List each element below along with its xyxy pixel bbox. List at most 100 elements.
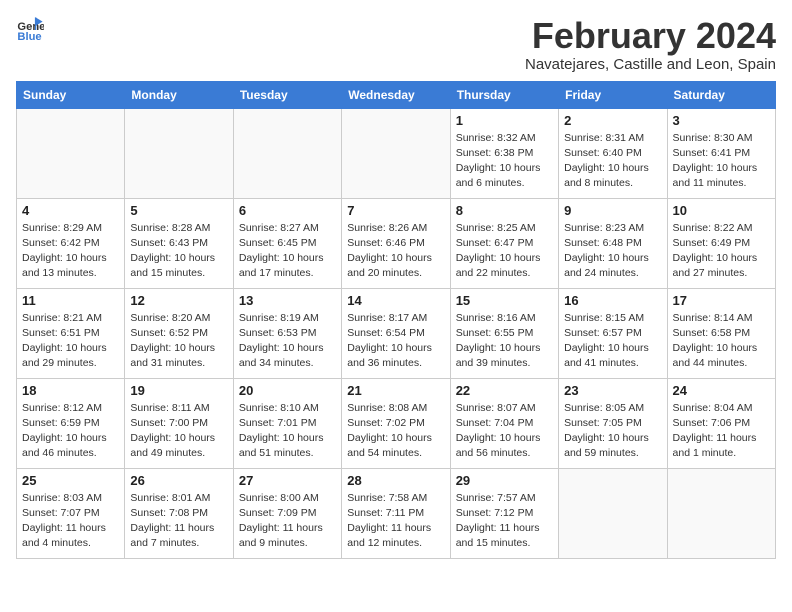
day-of-week-header: Tuesday (233, 81, 341, 108)
calendar-day-cell: 9Sunrise: 8:23 AM Sunset: 6:48 PM Daylig… (559, 198, 667, 288)
day-number: 6 (239, 203, 336, 218)
day-number: 18 (22, 383, 119, 398)
calendar-day-cell: 13 Sunrise: 8:19 AM Sunset: 6:53 PM Dayli… (233, 288, 341, 378)
day-info: Sunrise: 8:25 AM Sunset: 6:47 PM Dayligh… (456, 221, 553, 282)
day-info: Sunrise: 8:15 AM Sunset: 6:57 PM Dayligh… (564, 311, 661, 372)
calendar-day-cell: 20Sunrise: 8:10 AM Sunset: 7:01 PM Dayli… (233, 378, 341, 468)
page-subtitle: Navatejares, Castille and Leon, Spain (525, 56, 776, 73)
calendar-day-cell (667, 468, 775, 558)
day-number: 28 (347, 473, 444, 488)
calendar-week-row: 1 Sunrise: 8:32 AM Sunset: 6:38 PM Daylig… (17, 108, 776, 198)
day-number: 26 (130, 473, 227, 488)
day-info: Sunrise: 8:07 AM Sunset: 7:04 PM Dayligh… (456, 401, 553, 462)
calendar-day-cell: 18Sunrise: 8:12 AM Sunset: 6:59 PM Dayli… (17, 378, 125, 468)
calendar-day-cell: 25 Sunrise: 8:03 AM Sunset: 7:07 PM Dayli… (17, 468, 125, 558)
day-of-week-header: Sunday (17, 81, 125, 108)
day-info: Sunrise: 8:31 AM Sunset: 6:40 PM Dayligh… (564, 131, 661, 192)
day-info: Sunrise: 8:27 AM Sunset: 6:45 PM Dayligh… (239, 221, 336, 282)
calendar-day-cell: 6 Sunrise: 8:27 AM Sunset: 6:45 PM Daylig… (233, 198, 341, 288)
calendar-week-row: 4 Sunrise: 8:29 AM Sunset: 6:42 PM Daylig… (17, 198, 776, 288)
day-info: Sunrise: 8:23 AM Sunset: 6:48 PM Dayligh… (564, 221, 661, 282)
day-of-week-header: Wednesday (342, 81, 450, 108)
day-number: 8 (456, 203, 553, 218)
calendar-table: SundayMondayTuesdayWednesdayThursdayFrid… (16, 81, 776, 559)
day-info: Sunrise: 8:11 AM Sunset: 7:00 PM Dayligh… (130, 401, 227, 462)
day-info: Sunrise: 8:14 AM Sunset: 6:58 PM Dayligh… (673, 311, 770, 372)
day-number: 24 (673, 383, 770, 398)
calendar-day-cell: 11 Sunrise: 8:21 AM Sunset: 6:51 PM Dayli… (17, 288, 125, 378)
calendar-day-cell (559, 468, 667, 558)
day-number: 4 (22, 203, 119, 218)
calendar-day-cell: 23 Sunrise: 8:05 AM Sunset: 7:05 PM Dayli… (559, 378, 667, 468)
day-info: Sunrise: 8:32 AM Sunset: 6:38 PM Dayligh… (456, 131, 553, 192)
day-number: 12 (130, 293, 227, 308)
day-of-week-header: Saturday (667, 81, 775, 108)
calendar-day-cell: 29 Sunrise: 7:57 AM Sunset: 7:12 PM Dayli… (450, 468, 558, 558)
calendar-week-row: 25 Sunrise: 8:03 AM Sunset: 7:07 PM Dayli… (17, 468, 776, 558)
logo: General Blue (16, 16, 44, 44)
day-info: Sunrise: 8:21 AM Sunset: 6:51 PM Dayligh… (22, 311, 119, 372)
calendar-week-row: 18Sunrise: 8:12 AM Sunset: 6:59 PM Dayli… (17, 378, 776, 468)
day-number: 2 (564, 113, 661, 128)
calendar-header-row: SundayMondayTuesdayWednesdayThursdayFrid… (17, 81, 776, 108)
day-info: Sunrise: 8:16 AM Sunset: 6:55 PM Dayligh… (456, 311, 553, 372)
day-number: 17 (673, 293, 770, 308)
day-number: 3 (673, 113, 770, 128)
calendar-day-cell: 22 Sunrise: 8:07 AM Sunset: 7:04 PM Dayli… (450, 378, 558, 468)
calendar-day-cell: 10 Sunrise: 8:22 AM Sunset: 6:49 PM Dayli… (667, 198, 775, 288)
day-number: 7 (347, 203, 444, 218)
calendar-day-cell: 28 Sunrise: 7:58 AM Sunset: 7:11 PM Dayli… (342, 468, 450, 558)
calendar-day-cell: 1 Sunrise: 8:32 AM Sunset: 6:38 PM Daylig… (450, 108, 558, 198)
day-number: 20 (239, 383, 336, 398)
svg-text:Blue: Blue (17, 31, 41, 43)
day-info: Sunrise: 8:26 AM Sunset: 6:46 PM Dayligh… (347, 221, 444, 282)
calendar-day-cell: 16 Sunrise: 8:15 AM Sunset: 6:57 PM Dayli… (559, 288, 667, 378)
day-info: Sunrise: 8:03 AM Sunset: 7:07 PM Dayligh… (22, 491, 119, 552)
calendar-day-cell: 24Sunrise: 8:04 AM Sunset: 7:06 PM Dayli… (667, 378, 775, 468)
page-title: February 2024 (525, 16, 776, 56)
day-number: 22 (456, 383, 553, 398)
day-number: 23 (564, 383, 661, 398)
day-number: 25 (22, 473, 119, 488)
calendar-week-row: 11 Sunrise: 8:21 AM Sunset: 6:51 PM Dayli… (17, 288, 776, 378)
calendar-day-cell: 27Sunrise: 8:00 AM Sunset: 7:09 PM Dayli… (233, 468, 341, 558)
day-number: 13 (239, 293, 336, 308)
day-info: Sunrise: 8:20 AM Sunset: 6:52 PM Dayligh… (130, 311, 227, 372)
day-number: 29 (456, 473, 553, 488)
page-header: General Blue February 2024 Navatejares, … (16, 16, 776, 73)
day-number: 21 (347, 383, 444, 398)
calendar-day-cell: 21 Sunrise: 8:08 AM Sunset: 7:02 PM Dayli… (342, 378, 450, 468)
day-info: Sunrise: 8:19 AM Sunset: 6:53 PM Dayligh… (239, 311, 336, 372)
day-of-week-header: Monday (125, 81, 233, 108)
day-info: Sunrise: 7:58 AM Sunset: 7:11 PM Dayligh… (347, 491, 444, 552)
calendar-day-cell (233, 108, 341, 198)
day-number: 16 (564, 293, 661, 308)
day-number: 11 (22, 293, 119, 308)
calendar-day-cell: 17 Sunrise: 8:14 AM Sunset: 6:58 PM Dayli… (667, 288, 775, 378)
day-info: Sunrise: 8:22 AM Sunset: 6:49 PM Dayligh… (673, 221, 770, 282)
day-number: 10 (673, 203, 770, 218)
calendar-day-cell: 4 Sunrise: 8:29 AM Sunset: 6:42 PM Daylig… (17, 198, 125, 288)
calendar-day-cell (125, 108, 233, 198)
calendar-day-cell: 8 Sunrise: 8:25 AM Sunset: 6:47 PM Daylig… (450, 198, 558, 288)
day-info: Sunrise: 8:29 AM Sunset: 6:42 PM Dayligh… (22, 221, 119, 282)
day-info: Sunrise: 8:05 AM Sunset: 7:05 PM Dayligh… (564, 401, 661, 462)
day-info: Sunrise: 7:57 AM Sunset: 7:12 PM Dayligh… (456, 491, 553, 552)
calendar-day-cell: 7 Sunrise: 8:26 AM Sunset: 6:46 PM Daylig… (342, 198, 450, 288)
logo-icon: General Blue (16, 16, 44, 44)
calendar-day-cell: 2 Sunrise: 8:31 AM Sunset: 6:40 PM Daylig… (559, 108, 667, 198)
day-of-week-header: Thursday (450, 81, 558, 108)
day-info: Sunrise: 8:28 AM Sunset: 6:43 PM Dayligh… (130, 221, 227, 282)
calendar-day-cell: 15 Sunrise: 8:16 AM Sunset: 6:55 PM Dayli… (450, 288, 558, 378)
calendar-day-cell (342, 108, 450, 198)
day-number: 1 (456, 113, 553, 128)
day-of-week-header: Friday (559, 81, 667, 108)
day-number: 27 (239, 473, 336, 488)
calendar-day-cell: 14Sunrise: 8:17 AM Sunset: 6:54 PM Dayli… (342, 288, 450, 378)
calendar-day-cell: 5Sunrise: 8:28 AM Sunset: 6:43 PM Daylig… (125, 198, 233, 288)
day-number: 15 (456, 293, 553, 308)
day-info: Sunrise: 8:30 AM Sunset: 6:41 PM Dayligh… (673, 131, 770, 192)
calendar-day-cell: 19Sunrise: 8:11 AM Sunset: 7:00 PM Dayli… (125, 378, 233, 468)
day-info: Sunrise: 8:08 AM Sunset: 7:02 PM Dayligh… (347, 401, 444, 462)
calendar-day-cell (17, 108, 125, 198)
